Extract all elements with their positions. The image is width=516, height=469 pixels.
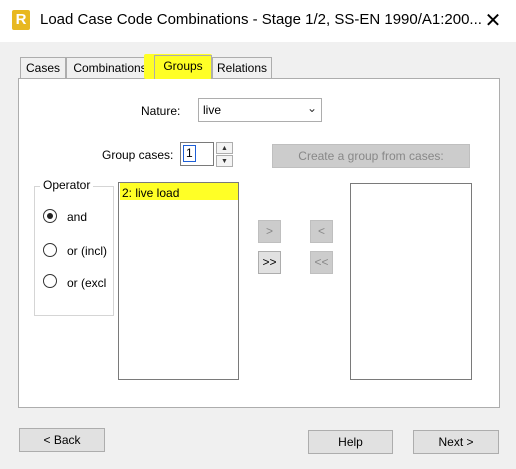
close-icon[interactable]: ✕ [476,6,510,36]
tab-groups[interactable]: Groups [154,55,212,79]
radio-or-excl[interactable] [43,274,57,288]
operator-title: Operator [40,178,94,192]
nature-select[interactable]: live ⌄ [198,98,322,122]
create-group-button[interactable]: Create a group from cases: [272,144,470,168]
back-button[interactable]: < Back [19,428,105,452]
add-button[interactable]: > [258,220,281,243]
available-cases-list[interactable] [118,182,239,380]
group-cases-input[interactable]: 1 [180,142,214,166]
remove-all-button[interactable]: << [310,251,333,274]
tab-combinations[interactable]: Combinations [66,57,154,78]
next-button[interactable]: Next > [413,430,499,454]
radio-or-incl-label: or (incl) [67,244,108,258]
chevron-down-icon: ⌄ [306,101,317,115]
tab-cases[interactable]: Cases [20,57,66,78]
help-button[interactable]: Help [308,430,393,454]
group-cases-value: 1 [183,145,196,162]
remove-button[interactable]: < [310,220,333,243]
radio-and[interactable] [43,209,57,223]
nature-label: Nature: [141,104,181,118]
radio-or-excl-label: or (excl [67,276,107,290]
list-item[interactable]: 2: live load [122,186,179,200]
nature-value: live [203,103,222,117]
spin-up-icon[interactable]: ▲ [216,142,233,154]
group-cases-list[interactable] [350,183,472,380]
spin-down-icon[interactable]: ▼ [216,155,233,167]
window-title: Load Case Code Combinations - Stage 1/2,… [40,11,482,28]
radio-or-incl[interactable] [43,243,57,257]
tab-relations[interactable]: Relations [212,57,272,78]
group-cases-label: Group cases: [102,148,174,162]
radio-and-label: and [67,210,88,224]
app-icon: R [12,10,30,30]
add-all-button[interactable]: >> [258,251,281,274]
